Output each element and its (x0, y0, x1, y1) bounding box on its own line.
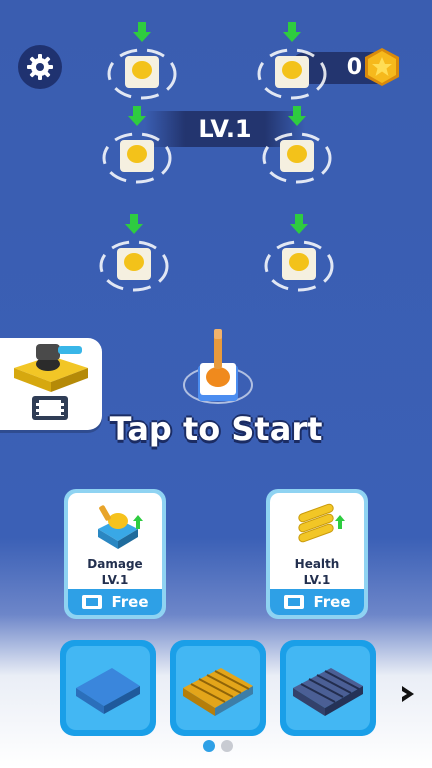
health-upgrade-card[interactable]: Health LV.1 Free (266, 489, 368, 619)
page-dot[interactable] (221, 740, 233, 752)
skin-option-gold-logs[interactable] (170, 640, 266, 736)
slot-6[interactable] (264, 212, 334, 292)
health-free-label: Free (313, 593, 351, 611)
damage-icon (98, 505, 143, 549)
tower-slots (99, 20, 334, 292)
health-label: Health (294, 557, 340, 571)
health-level: LV.1 (303, 573, 331, 587)
slot-1[interactable] (107, 20, 177, 100)
video-ad-icon (284, 595, 305, 609)
slot-3[interactable] (102, 104, 172, 184)
damage-free-label: Free (111, 593, 149, 611)
skin-option-blue-tile[interactable] (60, 640, 156, 736)
turret-icon (14, 344, 88, 392)
blue-tile-icon (76, 668, 140, 714)
video-ad-icon (82, 595, 103, 609)
slot-2[interactable] (257, 20, 327, 100)
skin-option-navy-logs[interactable] (280, 640, 376, 736)
damage-label: Damage (87, 557, 143, 571)
damage-upgrade-card[interactable]: Damage LV.1 Free (64, 489, 166, 619)
chevron-right-icon[interactable] (398, 684, 418, 704)
damage-level: LV.1 (101, 573, 129, 587)
health-icon (298, 503, 345, 543)
slot-5[interactable] (99, 212, 169, 292)
health-free-button[interactable]: Free (270, 589, 364, 615)
tap-to-start-prompt[interactable]: Tap to Start (0, 410, 432, 448)
navy-logs-icon (293, 668, 363, 716)
damage-free-button[interactable]: Free (68, 589, 162, 615)
page-dot-active[interactable] (203, 740, 215, 752)
player-tower (183, 329, 253, 404)
slot-4[interactable] (262, 104, 332, 184)
gold-logs-icon (183, 668, 253, 716)
